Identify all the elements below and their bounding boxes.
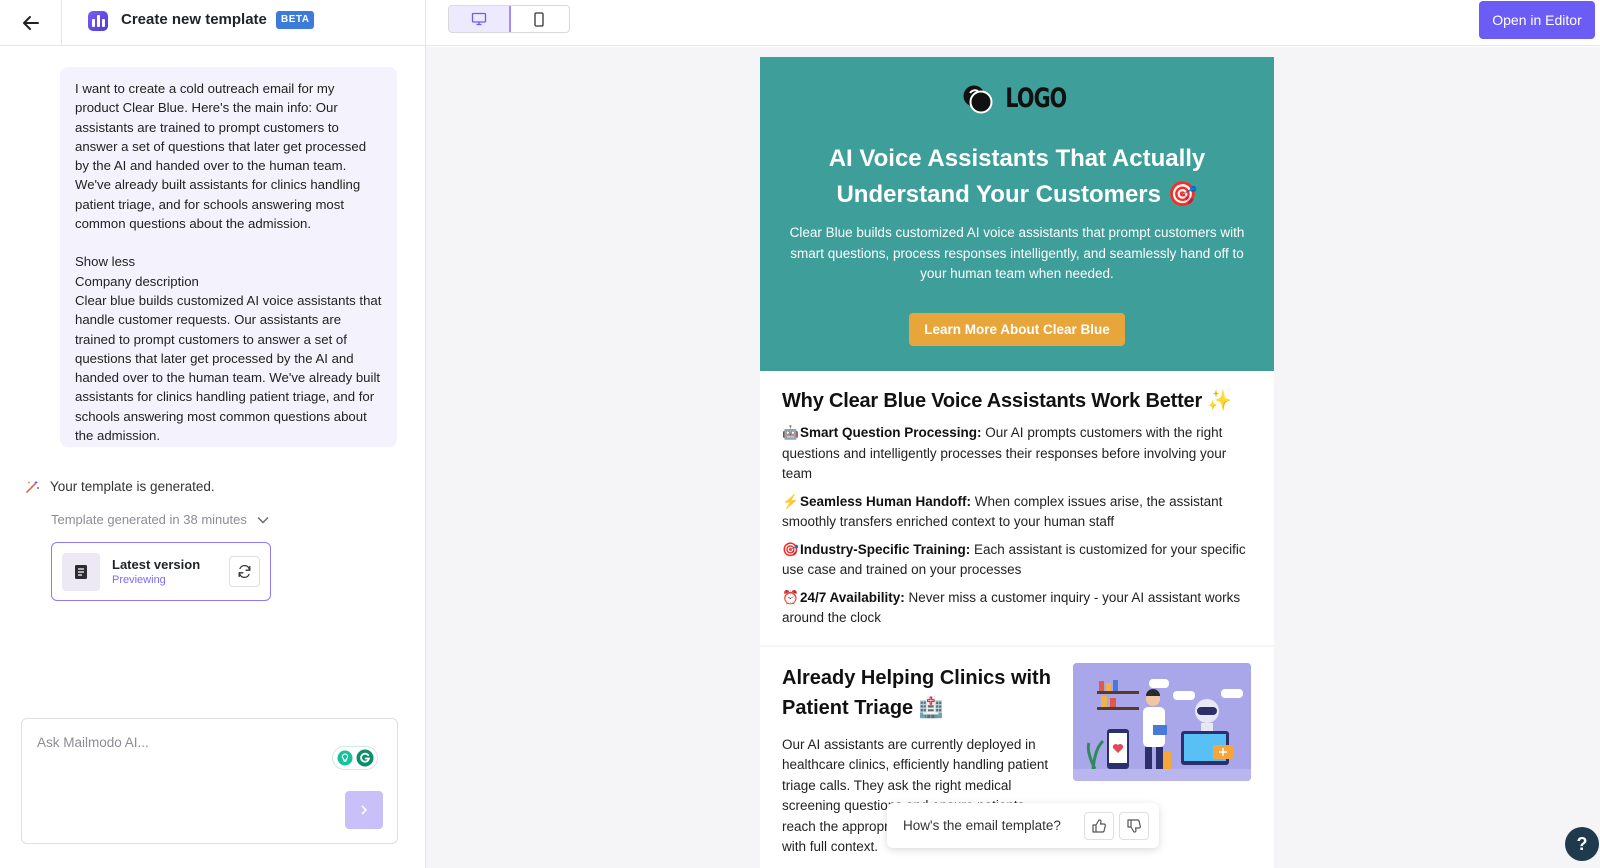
email-logo: LOGO	[760, 83, 1274, 114]
magic-wand-icon	[26, 480, 39, 493]
feedback-widget: How's the email template?	[887, 803, 1159, 848]
mailmodo-logo-icon	[88, 11, 108, 31]
company-description-label: Company description	[75, 273, 199, 289]
top-bar: Create new template BETA Open in Editor	[0, 0, 1600, 46]
robot-icon: 🤖	[782, 425, 799, 440]
feature-title: Smart Question Processing:	[800, 425, 982, 440]
desktop-view-button[interactable]	[449, 6, 511, 32]
chat-panel: I want to create a cold outreach email f…	[0, 46, 426, 868]
feature-item: ⚡Seamless Human Handoff: When complex is…	[782, 492, 1252, 533]
lightbulb-icon	[337, 750, 352, 766]
feature-item: 🤖Smart Question Processing: Our AI promp…	[782, 423, 1252, 485]
topbar-divider	[425, 0, 426, 46]
show-less-link[interactable]: Show less	[75, 252, 382, 271]
learn-more-button[interactable]: Learn More About Clear Blue	[909, 313, 1125, 346]
feature-item: ⏰24/7 Availability: Never miss a custome…	[782, 588, 1252, 629]
generation-meta-toggle[interactable]: Template generated in 38 minutes	[51, 512, 269, 527]
arrow-left-icon	[22, 16, 39, 30]
device-toggle	[448, 5, 570, 33]
lightning-icon: ⚡	[782, 493, 799, 509]
generation-status-text: Your template is generated.	[50, 479, 215, 494]
hero-title: AI Voice Assistants That Actually Unders…	[828, 145, 1206, 208]
alarm-clock-icon: ⏰	[782, 589, 799, 605]
thumbs-down-icon	[1127, 818, 1141, 833]
page-title: Create new template	[121, 11, 267, 28]
logo-text: LOGO	[1005, 83, 1068, 114]
thumbs-up-icon	[1092, 818, 1106, 833]
feature-title: Industry-Specific Training:	[800, 541, 971, 557]
version-card[interactable]: Latest version Previewing	[51, 542, 271, 601]
hero-section: LOGO AI Voice Assistants That Actually U…	[760, 57, 1274, 371]
chevron-down-icon	[257, 516, 269, 523]
mobile-icon	[534, 11, 544, 27]
beta-badge: BETA	[276, 11, 315, 29]
hero-description: Clear Blue builds customized AI voice as…	[789, 225, 1245, 281]
thumbs-down-button[interactable]	[1119, 811, 1149, 840]
generation-status: Your template is generated.	[25, 479, 215, 494]
grammarly-icon	[356, 749, 373, 767]
send-button[interactable]	[345, 791, 383, 829]
generation-meta-text: Template generated in 38 minutes	[51, 512, 247, 527]
feature-title: 24/7 Availability:	[800, 589, 905, 605]
feature-item: 🎯Industry-Specific Training: Each assist…	[782, 540, 1252, 581]
regenerate-button[interactable]	[229, 556, 260, 587]
email-template: LOGO AI Voice Assistants That Actually U…	[760, 57, 1274, 868]
user-prompt-bubble: I want to create a cold outreach email f…	[60, 67, 397, 447]
feedback-question: How's the email template?	[903, 818, 1061, 833]
why-title: Why Clear Blue Voice Assistants Work Bet…	[782, 390, 1233, 412]
desktop-icon	[471, 12, 486, 26]
email-preview-canvas: LOGO AI Voice Assistants That Actually U…	[426, 47, 1600, 868]
target-icon: 🎯	[782, 541, 799, 557]
document-icon	[62, 552, 100, 591]
help-button[interactable]: ?	[1565, 827, 1599, 861]
why-section: Why Clear Blue Voice Assistants Work Bet…	[760, 371, 1274, 645]
clinics-title: Already Helping Clinics with Patient Tri…	[782, 666, 1051, 719]
logo-mark-icon	[963, 85, 993, 113]
refresh-icon	[238, 564, 251, 579]
mobile-view-button[interactable]	[510, 6, 570, 32]
company-description-text: Clear blue builds customized AI voice as…	[75, 292, 382, 444]
open-in-editor-button[interactable]: Open in Editor	[1479, 1, 1595, 39]
thumbs-up-button[interactable]	[1084, 811, 1114, 840]
chevron-right-icon	[361, 805, 368, 815]
grammarly-widget[interactable]	[332, 746, 378, 770]
back-button[interactable]	[0, 0, 62, 46]
prompt-text: I want to create a cold outreach email f…	[75, 81, 367, 232]
version-status: Previewing	[112, 574, 166, 586]
feature-title: Seamless Human Handoff:	[800, 493, 972, 509]
ask-ai-input[interactable]	[37, 735, 317, 750]
ask-ai-box	[21, 718, 398, 844]
doctor-illustration	[1073, 662, 1251, 781]
version-title: Latest version	[112, 557, 201, 572]
